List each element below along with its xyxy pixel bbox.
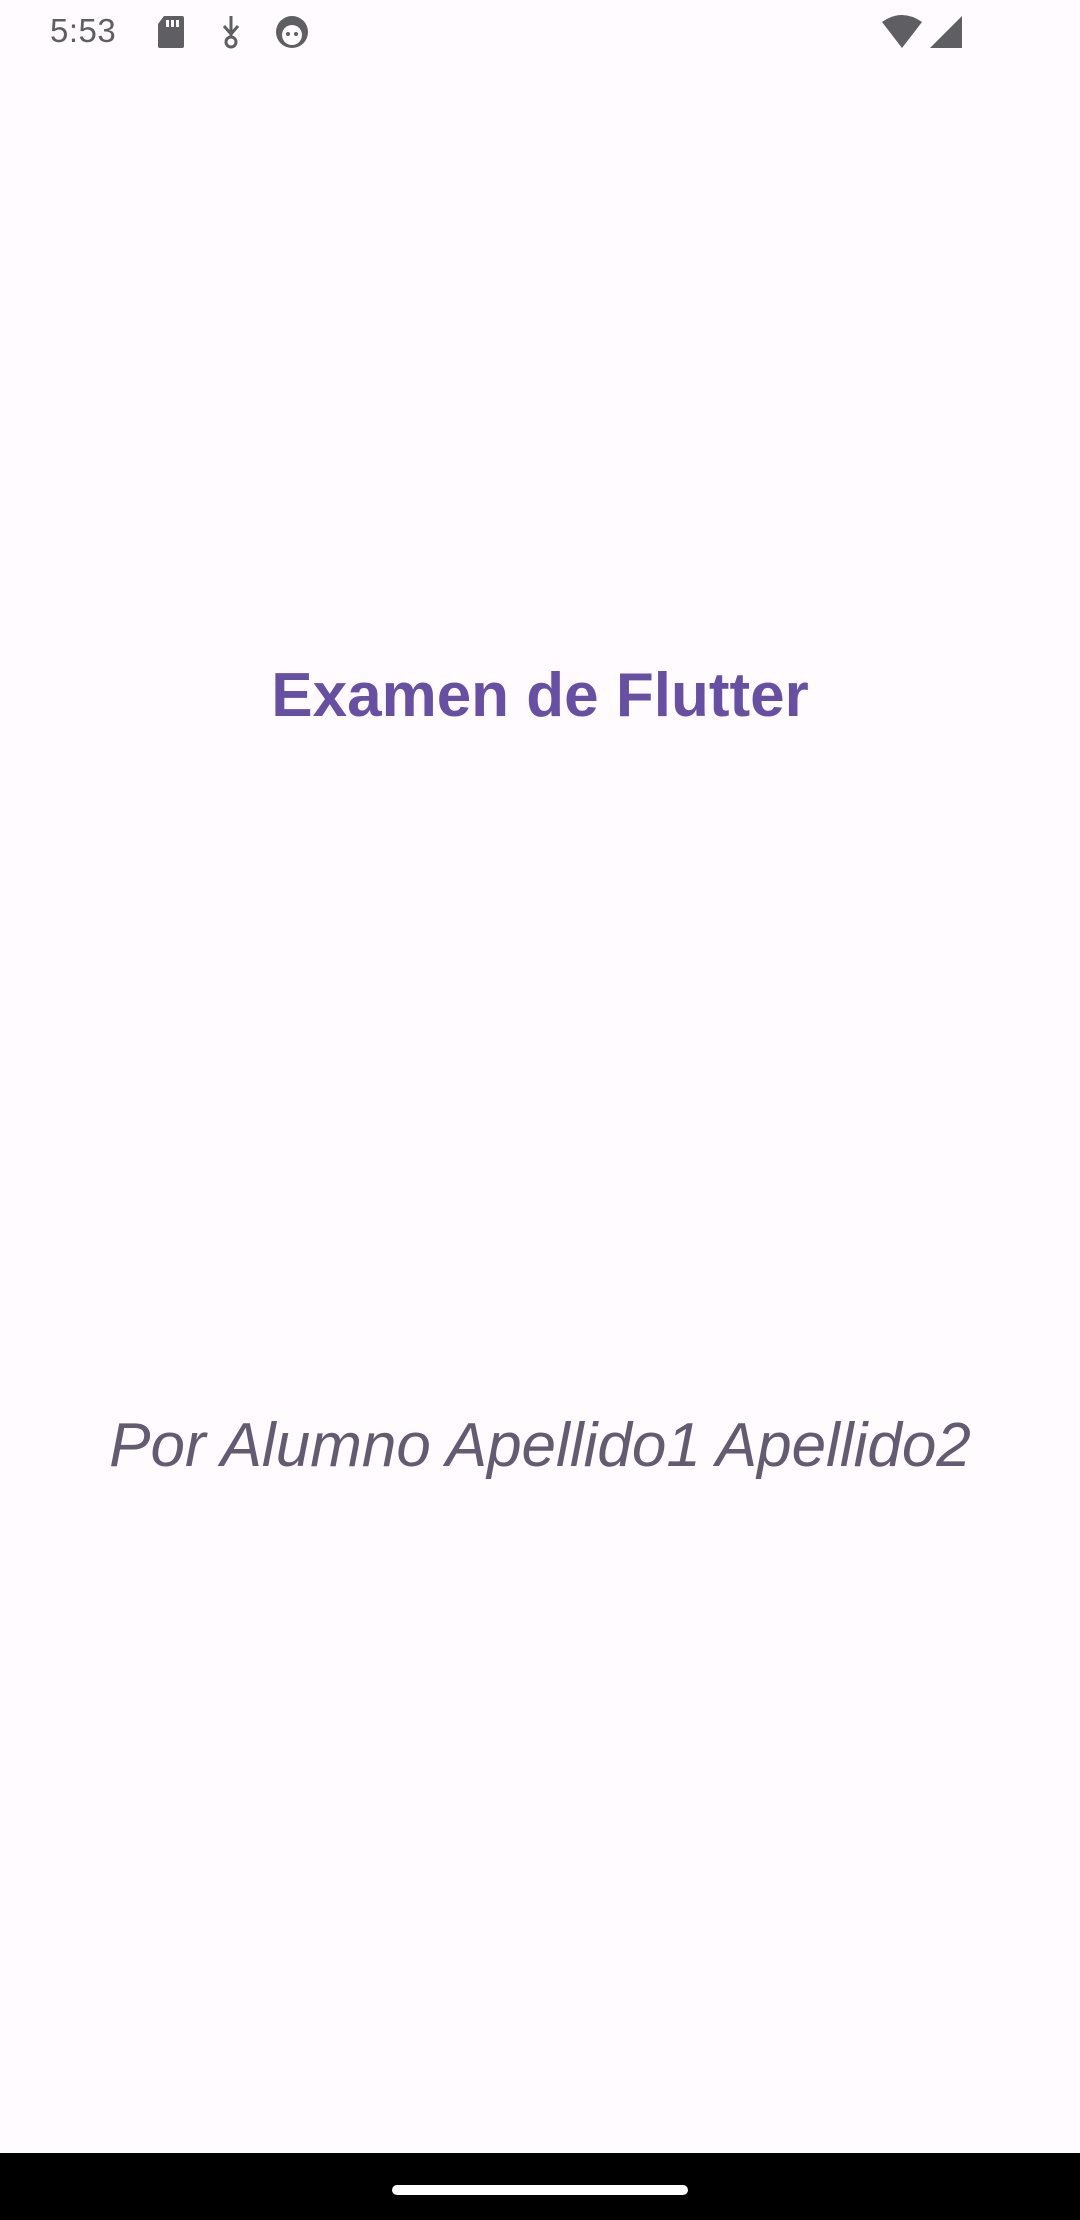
author-subtitle: Por Alumno Apellido1 Apellido2: [109, 1411, 971, 1480]
sd-card-icon: [156, 14, 186, 55]
status-bar: 5:53: [0, 0, 1080, 66]
wifi-icon: [880, 14, 924, 55]
android-face-icon: [274, 14, 310, 55]
page-title: Examen de Flutter: [271, 661, 809, 730]
usb-debug-icon: [216, 14, 246, 55]
cell-signal-icon: [928, 14, 964, 55]
home-gesture-handle[interactable]: [392, 2185, 688, 2195]
navigation-bar: [0, 2153, 1080, 2220]
status-time: 5:53: [50, 12, 117, 49]
